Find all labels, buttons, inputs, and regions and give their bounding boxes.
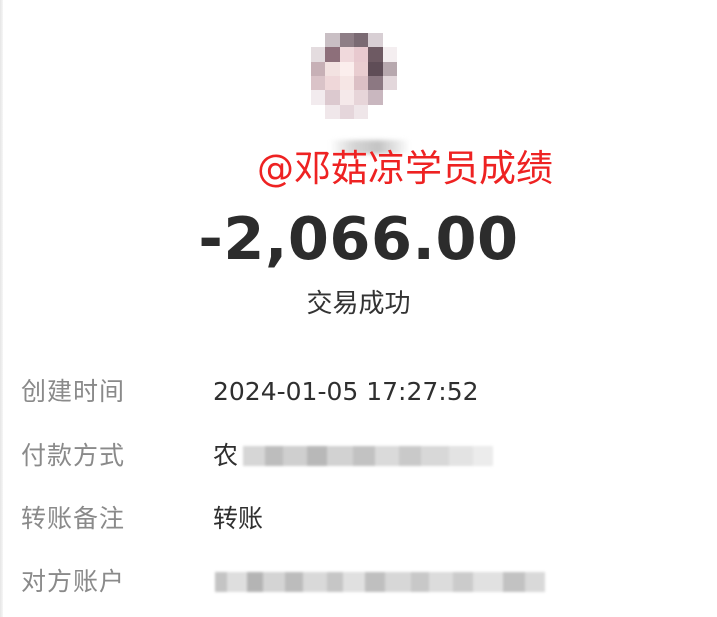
redacted-counterparty-account (215, 572, 545, 592)
detail-row-created-time: 创建时间 2024-01-05 17:27:52 (0, 372, 717, 412)
payment-method-value: 农 (213, 441, 239, 470)
created-time-value: 2024-01-05 17:27:52 (213, 377, 479, 406)
detail-row-payment-method: 付款方式 农 (0, 436, 717, 476)
remark-value: 转账 (213, 504, 264, 533)
counterparty-label: 对方账户 (21, 567, 126, 596)
created-time-label: 创建时间 (21, 377, 126, 406)
user-avatar-icon[interactable] (311, 33, 397, 119)
transaction-amount: -2,066.00 (198, 204, 519, 273)
detail-row-remark: 转账备注 转账 (0, 499, 717, 539)
watermark-text: @邓菇凉学员成绩 (257, 147, 553, 190)
detail-row-counterparty: 对方账户 (0, 562, 717, 602)
remark-label: 转账备注 (21, 504, 126, 533)
payment-method-label: 付款方式 (21, 441, 126, 470)
redacted-payment-method (243, 446, 493, 466)
transaction-status: 交易成功 (306, 289, 411, 319)
